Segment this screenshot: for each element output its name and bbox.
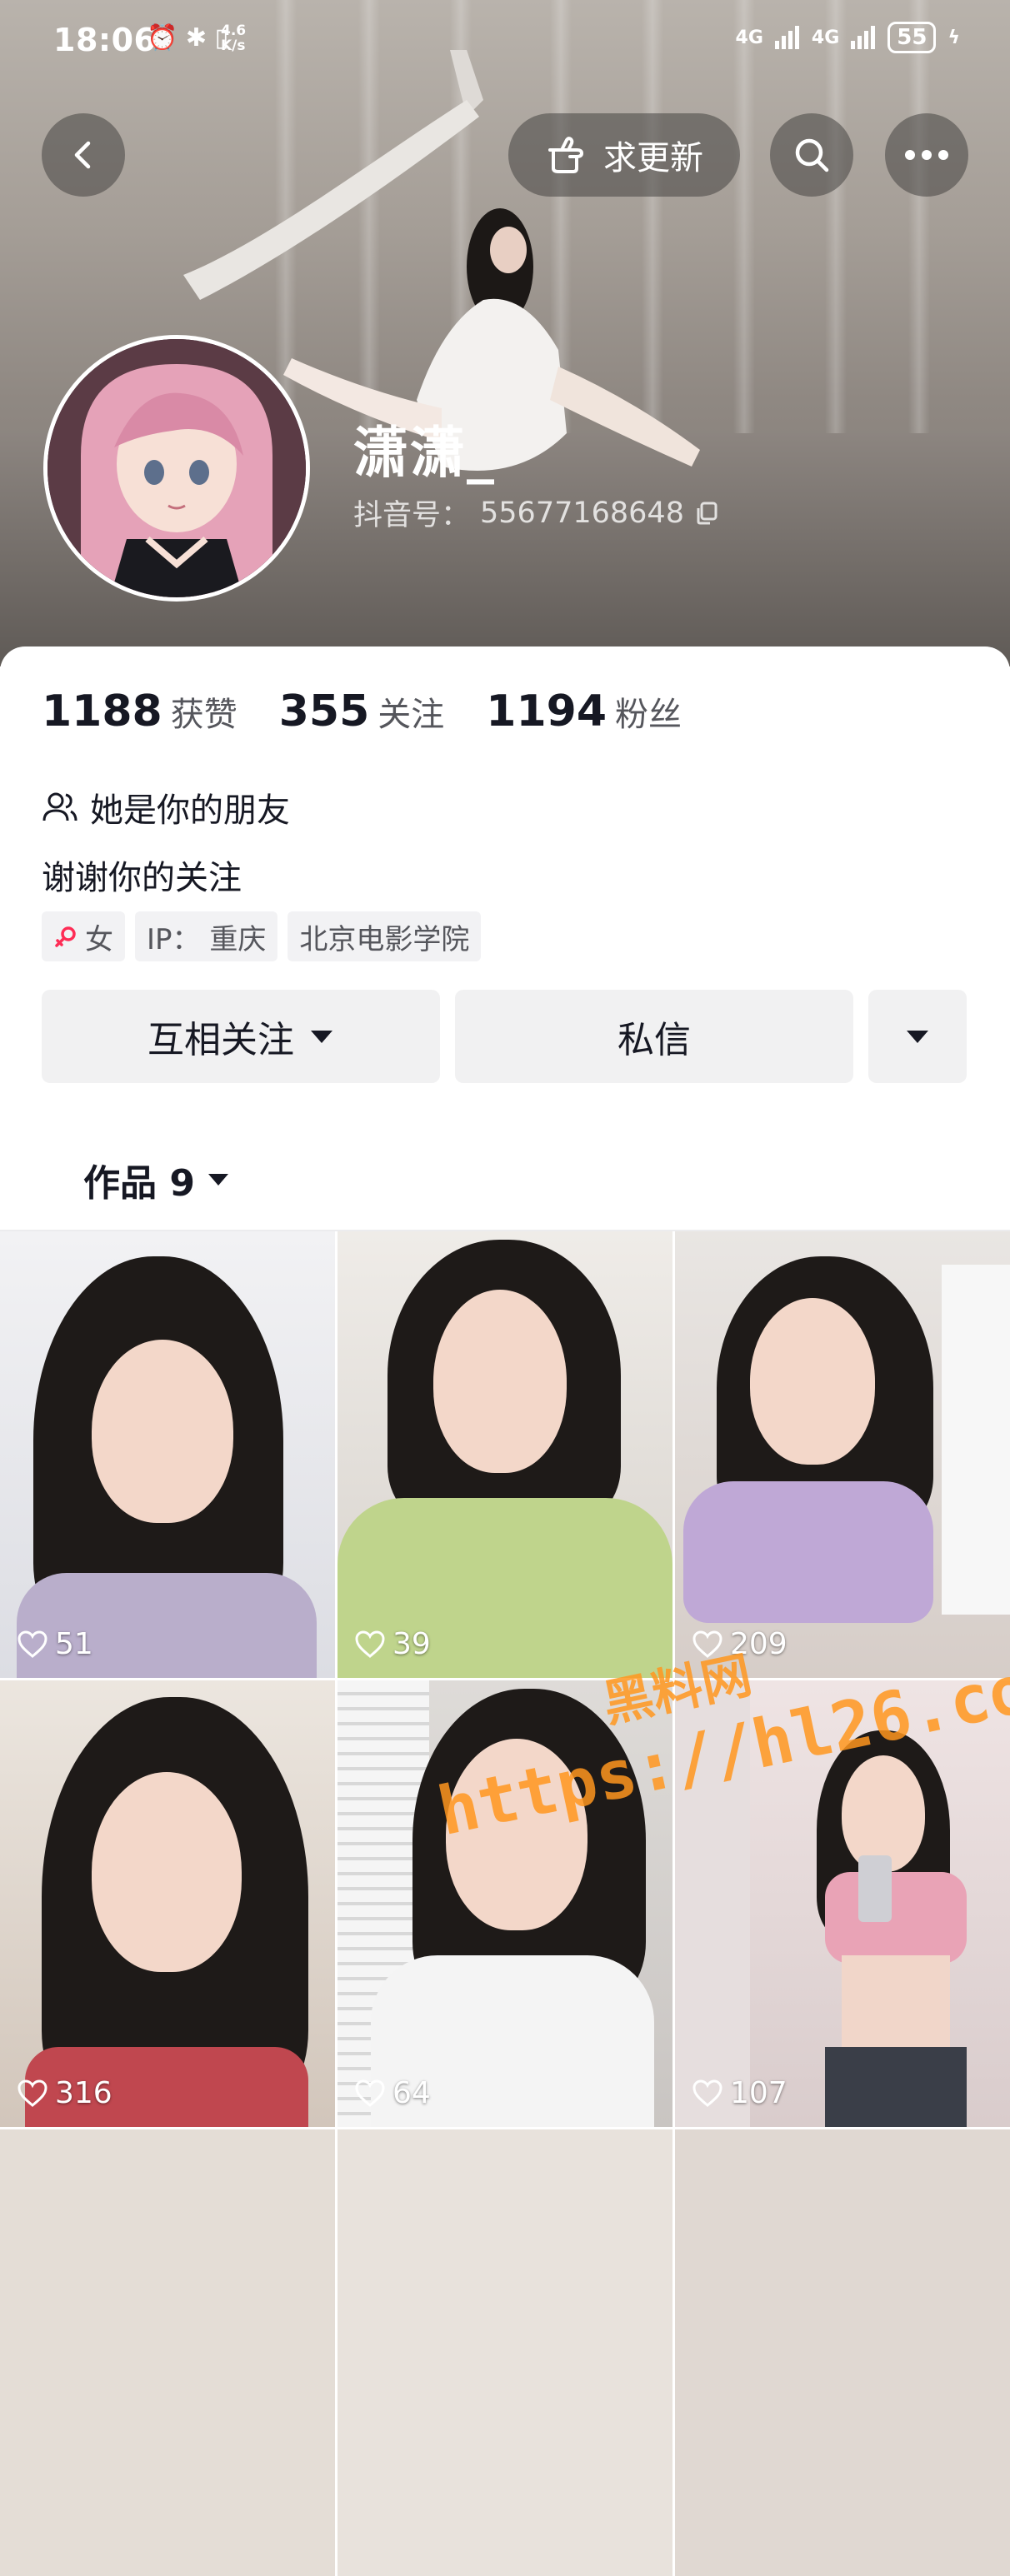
stat-followers[interactable]: 1194 粉丝 <box>486 686 682 736</box>
douyin-id-label: 抖音号： <box>353 499 471 532</box>
caret-down-icon <box>311 1031 332 1043</box>
more-actions-button[interactable] <box>868 990 967 1083</box>
school-tag[interactable]: 北京电影学院 <box>288 911 482 961</box>
search-icon <box>795 138 829 172</box>
works-grid: 51 39 209 316 64 107 <box>0 1231 1010 2576</box>
heart-icon <box>692 2079 722 2107</box>
work-item[interactable] <box>338 2129 672 2576</box>
work-item[interactable]: 39 <box>338 1231 672 1678</box>
more-icon <box>905 150 948 160</box>
likes-count: 39 <box>354 1627 431 1661</box>
battery-indicator: 55 <box>888 22 937 53</box>
net-speed: 4.6 K/s <box>221 22 247 54</box>
stat-likes[interactable]: 1188 获赞 <box>42 686 238 736</box>
profile-tags: 女 IP： 重庆 北京电影学院 <box>42 911 482 961</box>
status-time: 18:06 <box>53 22 157 58</box>
work-item[interactable]: 316 <box>0 1680 335 2127</box>
ip-tag: IP： 重庆 <box>135 911 278 961</box>
stats-row: 1188 获赞 355 关注 1194 粉丝 <box>42 686 723 736</box>
stat-following[interactable]: 355 关注 <box>279 686 445 736</box>
work-item[interactable]: 51 <box>0 1231 335 1678</box>
avatar-illustration <box>48 339 306 597</box>
back-button[interactable] <box>42 113 125 197</box>
status-right: 4G 4G 55 ϟ <box>736 22 960 53</box>
likes-count: 316 <box>17 2076 112 2110</box>
profile-card: 1188 获赞 355 关注 1194 粉丝 她是你的朋友 谢谢你的关注 女 I… <box>0 646 1010 2576</box>
back-icon <box>74 141 91 169</box>
likes-count: 107 <box>692 2076 788 2110</box>
heart-icon <box>18 2079 48 2107</box>
action-buttons: 互相关注 私信 <box>42 990 967 1083</box>
female-icon <box>55 926 76 947</box>
status-bar: 18:06 ⏰ ✱ ▯ 4.6 K/s 4G 4G 55 ϟ <box>0 0 1010 83</box>
search-button[interactable] <box>770 113 853 197</box>
friend-relation-text: 她是你的朋友 <box>90 791 290 830</box>
charging-icon: ϟ <box>948 27 960 48</box>
likes-count: 51 <box>17 1627 93 1661</box>
signal-1: 4G <box>735 27 763 48</box>
gender-tag: 女 <box>42 911 125 961</box>
mutual-follow-button[interactable]: 互相关注 <box>42 990 440 1083</box>
hand-point-icon <box>548 137 583 173</box>
friend-relation: 她是你的朋友 <box>42 783 290 831</box>
likes-count: 64 <box>354 2076 431 2110</box>
heart-icon <box>18 1630 48 1658</box>
more-button[interactable] <box>885 113 968 197</box>
heart-icon <box>355 1630 385 1658</box>
tab-works[interactable]: 作品 9 <box>83 1153 230 1206</box>
avatar[interactable] <box>43 335 310 602</box>
caret-down-icon <box>907 1031 928 1043</box>
bio: 谢谢你的关注 <box>42 859 242 897</box>
friends-icon <box>42 792 78 821</box>
request-update-button[interactable]: 求更新 <box>508 113 740 197</box>
douyin-id[interactable]: 抖音号： 55677168648 <box>353 492 719 534</box>
caret-down-icon <box>208 1174 228 1186</box>
work-item[interactable] <box>0 2129 335 2576</box>
douyin-id-value: 55677168648 <box>480 496 684 530</box>
status-icons: ⏰ ✱ ▯ <box>147 23 229 52</box>
request-update-label: 求更新 <box>603 139 703 177</box>
signal-icon-2 <box>851 26 876 49</box>
signal-icon <box>774 26 799 49</box>
work-item[interactable] <box>675 2129 1010 2576</box>
signal-2: 4G <box>811 27 840 48</box>
heart-icon <box>355 2079 385 2107</box>
message-button[interactable]: 私信 <box>455 990 853 1083</box>
copy-icon[interactable] <box>694 501 719 526</box>
username: 潇潇_ <box>353 421 496 485</box>
